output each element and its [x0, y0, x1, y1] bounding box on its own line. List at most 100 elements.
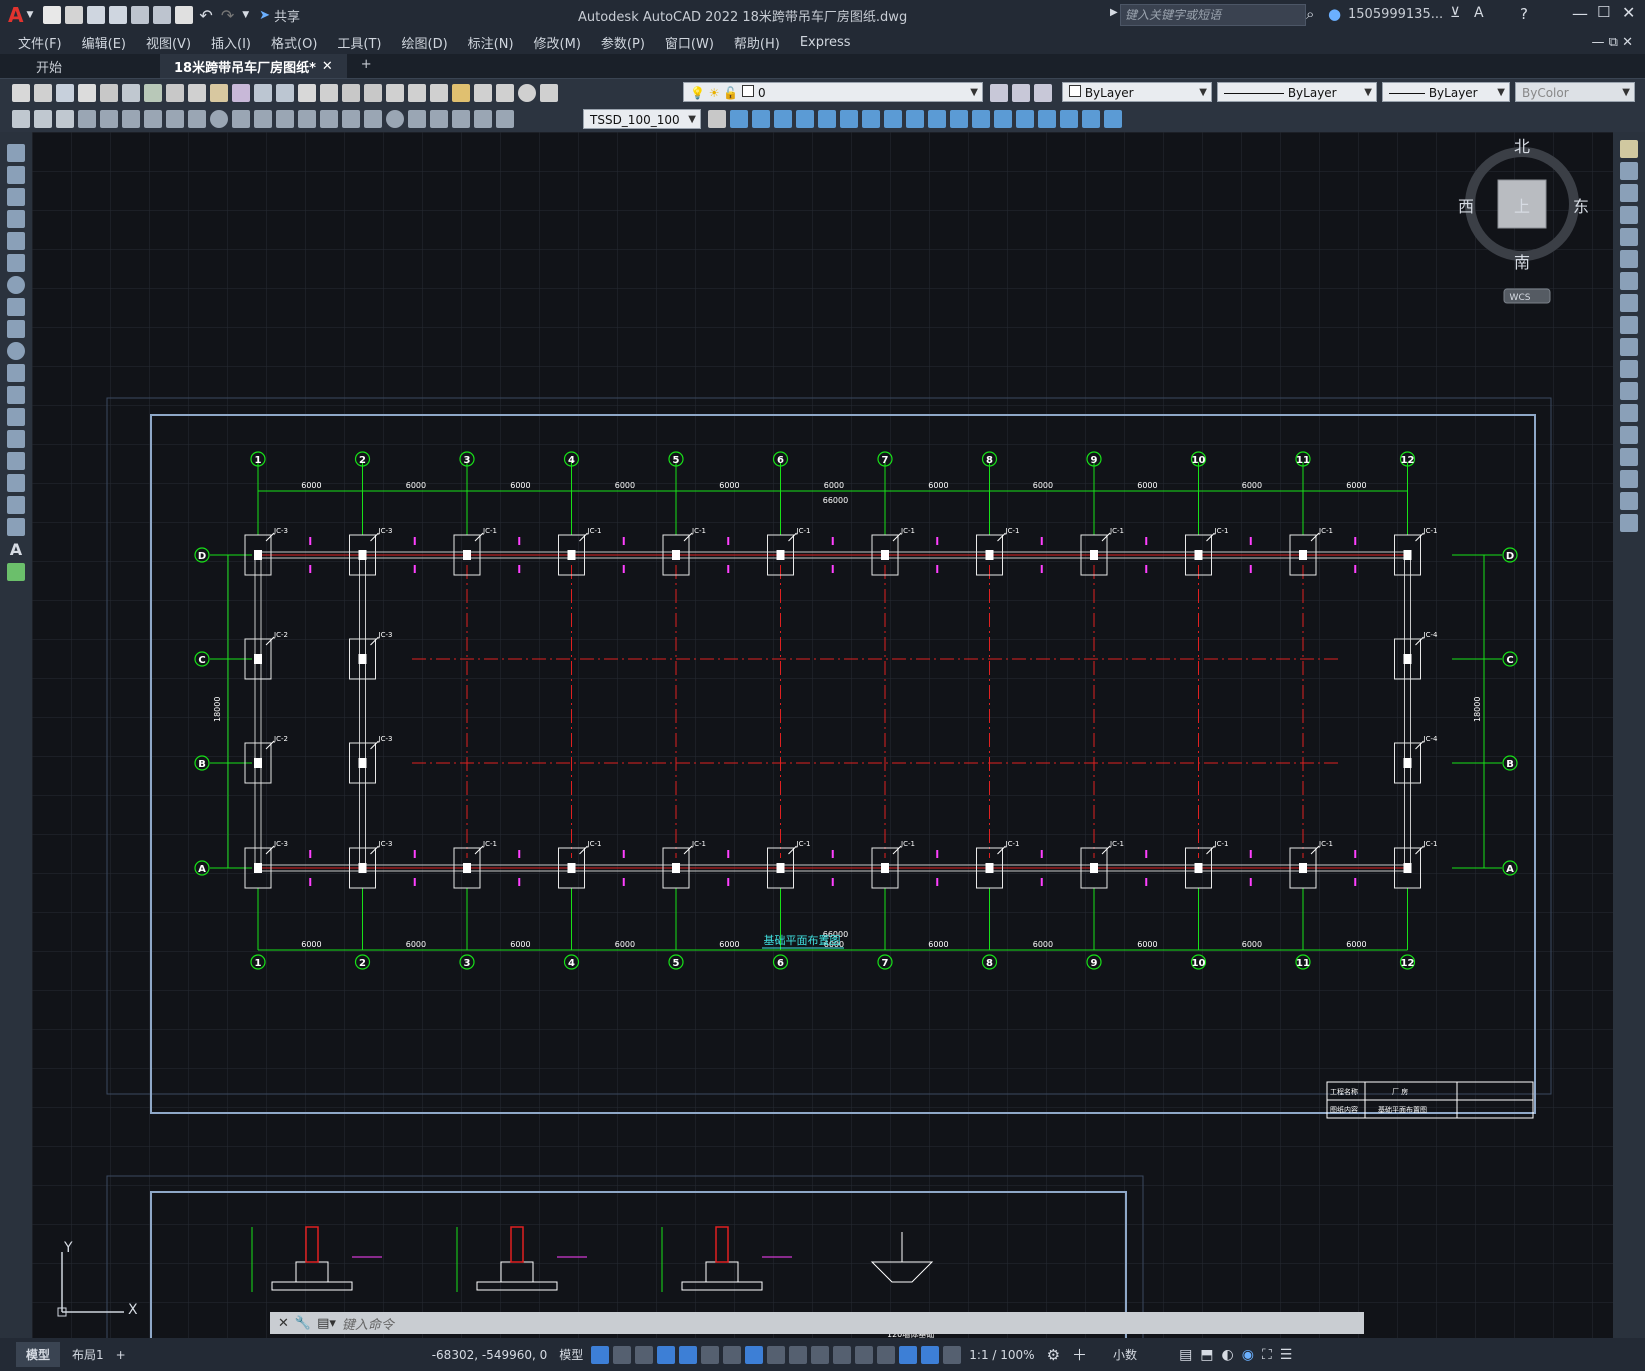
autodesk-app-icon[interactable]: A [1474, 5, 1484, 21]
view-sw-icon[interactable] [862, 110, 880, 128]
polygon-icon[interactable] [7, 210, 25, 228]
customize-qat-icon[interactable]: ▼ [242, 10, 249, 20]
quick-dim-icon[interactable] [254, 110, 272, 128]
zoom-realtime-icon[interactable] [320, 84, 338, 102]
rectangle-icon[interactable] [7, 232, 25, 250]
command-customize-icon[interactable]: 🔧 [295, 1316, 311, 1331]
undo-icon[interactable]: ↶ [199, 6, 212, 25]
copy-object-icon[interactable] [1620, 162, 1638, 180]
layer-lock-icon[interactable]: 🔓 [723, 86, 738, 100]
make-current-icon[interactable] [990, 84, 1008, 102]
coordinates-readout[interactable]: -68302, -549960, 0 [432, 1348, 548, 1362]
trim-icon[interactable] [1620, 338, 1638, 356]
annotation-scale[interactable]: 1:1 / 100% [969, 1348, 1034, 1362]
dim-aligned-icon[interactable] [100, 110, 118, 128]
command-line[interactable]: ✕ 🔧 ▤▾ 键入命令 [270, 1312, 1364, 1334]
menu-item-2[interactable]: 视图(V) [146, 33, 191, 52]
grid-toggle-icon[interactable] [591, 1345, 610, 1364]
3d-osnap-icon[interactable] [833, 1345, 852, 1364]
dim-space-icon[interactable] [320, 110, 338, 128]
snap-toggle-icon[interactable] [613, 1345, 632, 1364]
break-icon[interactable] [1620, 404, 1638, 422]
minimize-icon[interactable]: — [1572, 4, 1588, 23]
viewcube-west[interactable]: 西 [1458, 197, 1474, 216]
layer-previous-icon[interactable] [1012, 84, 1030, 102]
menu-item-12[interactable]: Express [800, 35, 851, 50]
lock-ui-icon[interactable]: ⬒ [1200, 1347, 1213, 1363]
inspection-icon[interactable] [408, 110, 426, 128]
break-point-icon[interactable] [1620, 382, 1638, 400]
viewcube-face-label[interactable]: 上 [1514, 197, 1530, 216]
region-icon[interactable] [7, 496, 25, 514]
linetype-dropdown[interactable]: ByLayer ▼ [1217, 82, 1377, 102]
infer-constraints-icon[interactable] [635, 1345, 654, 1364]
array-icon[interactable] [1620, 228, 1638, 246]
view-right-icon[interactable] [796, 110, 814, 128]
dim-diameter-icon[interactable] [210, 110, 228, 128]
customize-status-icon[interactable]: ☰ [1280, 1347, 1293, 1363]
selection-cycling-icon[interactable] [811, 1345, 830, 1364]
chamfer-icon[interactable] [1620, 448, 1638, 466]
erase-icon[interactable] [1620, 140, 1638, 158]
document-window-controls[interactable]: — ⧉ ✕ [1592, 35, 1633, 50]
hardware-acceleration-icon[interactable]: ◉ [1242, 1347, 1254, 1363]
extend-icon[interactable] [1620, 360, 1638, 378]
view-se-icon[interactable] [884, 110, 902, 128]
menu-item-1[interactable]: 编辑(E) [82, 33, 126, 52]
dim-jogged-icon[interactable] [188, 110, 206, 128]
cut-icon[interactable] [166, 84, 184, 102]
help-icon[interactable]: ? [1520, 5, 1528, 23]
ucs-view-icon[interactable] [1082, 110, 1100, 128]
explode-icon[interactable] [1620, 514, 1638, 532]
tab-start[interactable]: 开始 [22, 54, 160, 78]
mtext-icon[interactable]: A [10, 540, 22, 559]
annotation-monitor-icon[interactable]: ＋ [1072, 1344, 1087, 1365]
layout-tab-1[interactable]: 布局1 [72, 1346, 104, 1363]
isolate-objects-icon[interactable]: ◐ [1222, 1347, 1234, 1363]
workspace-gear-icon[interactable]: ⚙ [1047, 1346, 1060, 1364]
add-layout-button[interactable]: + [116, 1348, 126, 1362]
ucs-icon[interactable] [972, 110, 990, 128]
view-back-icon[interactable] [840, 110, 858, 128]
dim-edit-icon[interactable] [452, 110, 470, 128]
gradient-icon[interactable] [7, 474, 25, 492]
ucs-object-icon[interactable] [1060, 110, 1078, 128]
view-ne-icon[interactable] [906, 110, 924, 128]
offset-icon[interactable] [1620, 206, 1638, 224]
share-icon[interactable]: ➤ [259, 8, 270, 23]
ucs-origin-icon[interactable] [1104, 110, 1122, 128]
quick-properties-icon[interactable]: ▤ [1179, 1347, 1192, 1363]
menu-item-5[interactable]: 工具(T) [337, 33, 381, 52]
view-bottom-icon[interactable] [752, 110, 770, 128]
menu-item-9[interactable]: 参数(P) [601, 33, 645, 52]
paste-icon[interactable] [210, 84, 228, 102]
revcloud-icon[interactable] [7, 298, 25, 316]
join-icon[interactable] [1620, 426, 1638, 444]
dim-angular-icon[interactable] [232, 110, 250, 128]
camera-icon[interactable] [950, 110, 968, 128]
point-icon[interactable] [7, 430, 25, 448]
help-tb-icon[interactable] [518, 84, 536, 102]
3d-print-icon[interactable] [144, 84, 162, 102]
construction-line-icon[interactable] [7, 166, 25, 184]
view-top-icon[interactable] [730, 110, 748, 128]
properties-icon[interactable] [386, 84, 404, 102]
center-mark-icon[interactable] [386, 110, 404, 128]
ucs-world-icon[interactable] [994, 110, 1012, 128]
new-file-icon[interactable] [43, 6, 62, 24]
tab-close-icon[interactable]: ✕ [322, 59, 333, 74]
line-icon[interactable] [7, 144, 25, 162]
maximize-icon[interactable]: ☐ [1597, 3, 1610, 21]
hatch-icon[interactable] [7, 452, 25, 470]
zoom-previous-icon[interactable] [364, 84, 382, 102]
polyline-icon[interactable] [7, 188, 25, 206]
search-icon[interactable]: ⌕ [1306, 5, 1314, 23]
publish-icon[interactable] [122, 84, 140, 102]
redo-icon[interactable]: ↷ [221, 6, 234, 25]
command-recent-icon[interactable]: ▤▾ [317, 1316, 336, 1331]
dim-arc-icon[interactable] [122, 110, 140, 128]
blend-icon[interactable] [1620, 492, 1638, 510]
lineweight-dropdown[interactable]: ByLayer ▼ [1382, 82, 1510, 102]
menu-item-3[interactable]: 插入(I) [211, 33, 251, 52]
undo-tb-icon[interactable] [254, 84, 272, 102]
